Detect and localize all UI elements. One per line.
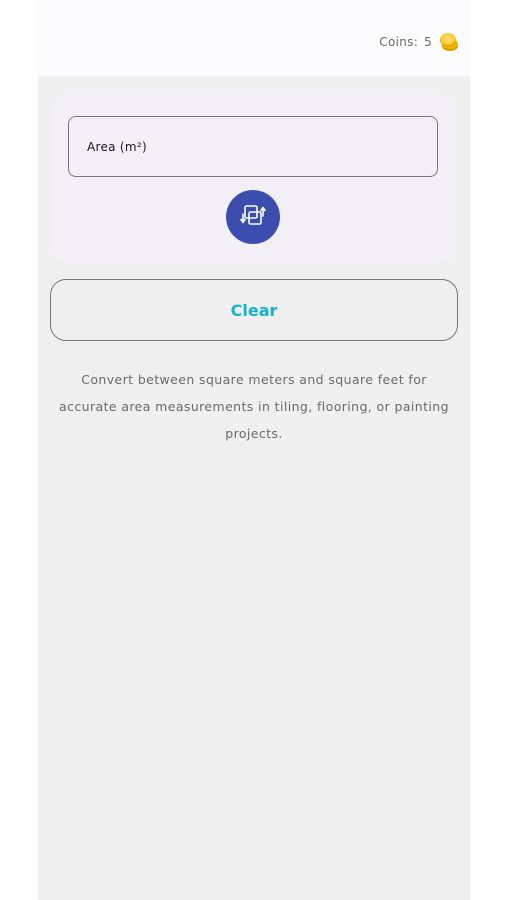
swap-units-button[interactable] xyxy=(226,190,280,244)
swap-units-icon xyxy=(238,200,268,234)
top-bar: Coins: 5 xyxy=(38,0,470,76)
area-field-label: Area (m²) xyxy=(87,139,147,154)
coins-label: Coins: xyxy=(379,35,419,49)
description-text: Convert between square meters and square… xyxy=(59,372,449,441)
clear-button[interactable]: Clear xyxy=(50,279,458,341)
coins-count: 5 xyxy=(424,35,432,49)
converter-card: Area (m²) xyxy=(52,94,456,262)
app-screen: Coins: 5 Area (m²) Clear Convert between… xyxy=(38,0,470,900)
area-input-field[interactable]: Area (m²) xyxy=(68,116,438,177)
coins-indicator[interactable]: Coins: 5 xyxy=(379,31,460,53)
coin-stack-icon xyxy=(438,31,460,53)
